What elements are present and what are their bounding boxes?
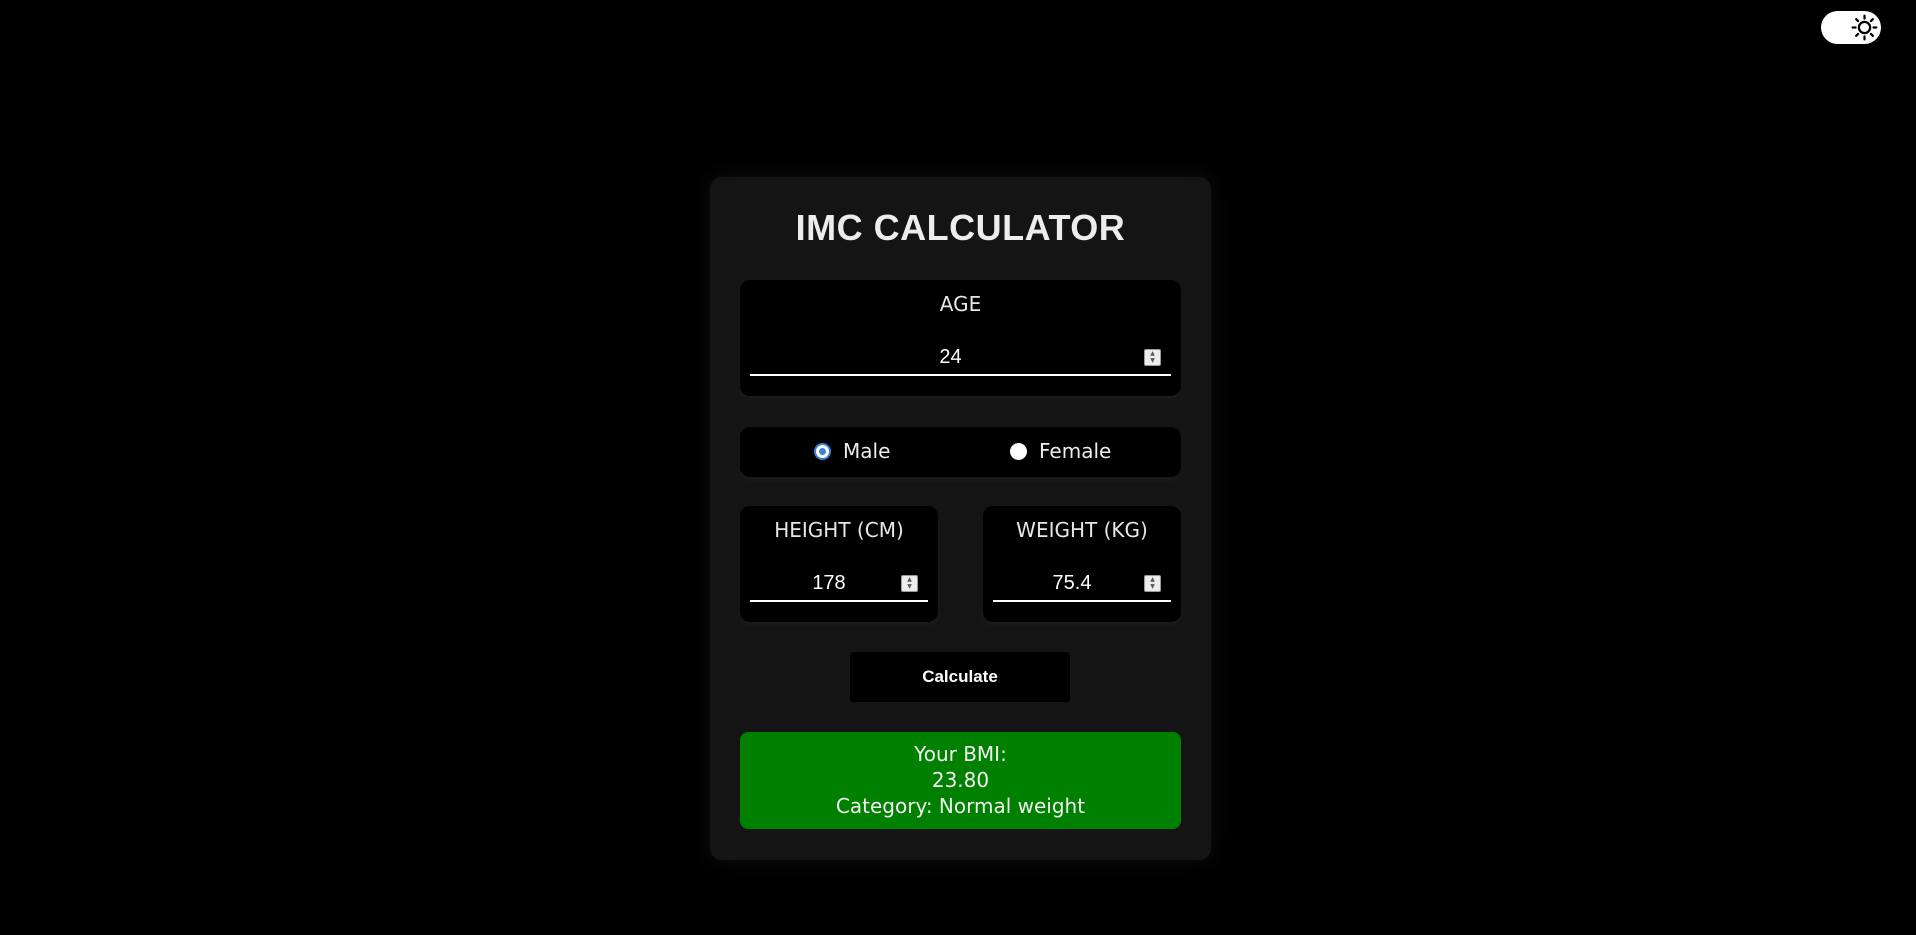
sun-icon — [1850, 13, 1879, 42]
age-label: AGE — [939, 292, 982, 316]
weight-box: WEIGHT (KG) 75.4 ▲ ▼ — [983, 506, 1181, 622]
bmi-result: Your BMI: 23.80 Category: Normal weight — [740, 732, 1181, 829]
age-box: AGE 24 ▲ ▼ — [740, 280, 1181, 396]
weight-value: 75.4 — [1052, 572, 1092, 594]
weight-label: WEIGHT (KG) — [1016, 518, 1148, 542]
page-title: IMC CALCULATOR — [795, 207, 1126, 248]
height-box: HEIGHT (CM) 178 ▲ ▼ — [740, 506, 938, 622]
radio-male-dot[interactable] — [814, 442, 831, 460]
radio-female-dot[interactable] — [1010, 442, 1027, 460]
height-value: 178 — [812, 572, 846, 594]
radio-male-label: Male — [843, 439, 891, 463]
bmi-label: Your BMI: — [914, 742, 1007, 766]
radio-female[interactable]: Female — [1010, 439, 1111, 463]
height-label: HEIGHT (CM) — [774, 518, 904, 542]
calculate-button[interactable]: Calculate — [850, 652, 1070, 702]
weight-stepper[interactable]: ▲ ▼ — [1144, 575, 1161, 592]
calculator-card: IMC CALCULATOR AGE 24 ▲ ▼ Male Female HEI… — [710, 177, 1211, 860]
theme-toggle[interactable] — [1821, 11, 1881, 44]
bmi-category: Category: Normal weight — [835, 794, 1086, 818]
weight-input[interactable]: 75.4 ▲ ▼ — [993, 570, 1171, 602]
radio-male[interactable]: Male — [814, 439, 890, 463]
height-input[interactable]: 178 ▲ ▼ — [750, 570, 928, 602]
height-stepper[interactable]: ▲ ▼ — [901, 575, 918, 592]
gender-selector: Male Female — [740, 427, 1181, 477]
bmi-value: 23.80 — [931, 768, 990, 792]
age-input[interactable]: 24 ▲ ▼ — [750, 344, 1171, 376]
age-value: 24 — [939, 346, 962, 368]
age-stepper[interactable]: ▲ ▼ — [1144, 349, 1161, 366]
radio-female-label: Female — [1039, 439, 1112, 463]
